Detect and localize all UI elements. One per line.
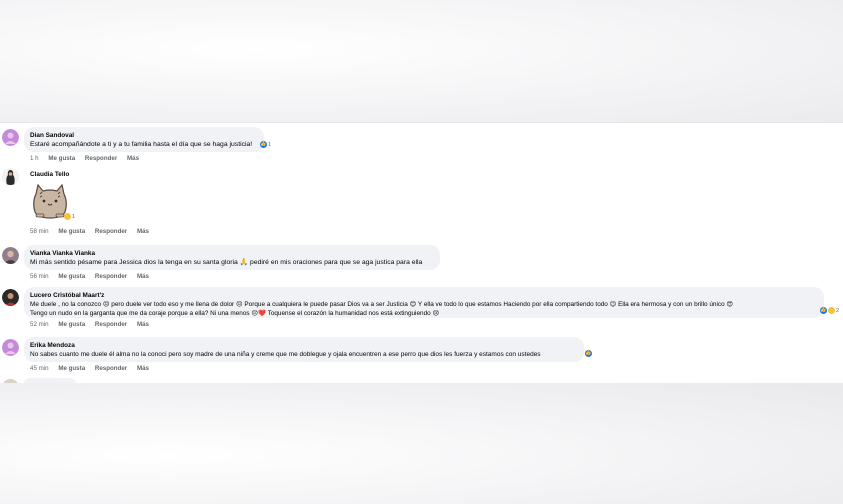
comments-panel: Dian Sandoval Estaré acompañándote a ti … [0,122,843,384]
care-reaction-icon [828,307,835,314]
profile-avatar-icon [2,168,19,185]
reply-button[interactable]: Responder [95,321,127,328]
comment-author[interactable]: Lucero Cristóbal Maart'z [30,291,816,300]
avatar[interactable] [2,129,19,146]
reply-button[interactable]: Responder [95,365,127,372]
profile-avatar-icon [2,289,19,306]
like-button[interactable]: Me gusta [58,273,85,280]
comment-bubble: Lucero Cristóbal Maart'z Me duele , no l… [24,287,824,318]
comment-timestamp[interactable]: 52 min [30,321,49,328]
comment-timestamp[interactable]: 56 min [30,273,49,280]
reaction-count: 2 [836,307,840,314]
like-reaction-icon: 👍 [260,141,267,148]
comment-bubble: Dian Sandoval Estaré acompañándote a ti … [24,127,264,152]
care-reaction-icon [64,213,71,220]
like-button[interactable]: Me gusta [58,365,85,372]
blurred-backdrop-bottom [0,383,843,504]
reply-button[interactable]: Responder [95,228,127,235]
comment-author[interactable]: Dian Sandoval [30,131,256,140]
avatar[interactable] [2,339,19,356]
comment-text: Mi más sentido pésame para Jessica dios … [30,259,423,266]
comment-text-line-2: Tengo un nudo en la garganta que me da c… [30,309,440,317]
comment-timestamp[interactable]: 1 h [30,155,39,162]
reaction-summary[interactable]: 👍 2 [820,307,839,314]
profile-avatar-icon [2,247,19,264]
profile-avatar-icon [2,129,19,146]
more-button[interactable]: Más [137,228,149,235]
comment-text-line-1: Me duele , no la conozco 😣 pero duele ve… [30,301,734,308]
more-button[interactable]: Más [137,365,149,372]
more-button[interactable]: Más [137,321,149,328]
reaction-count: 1 [72,213,76,220]
comment-meta: 52 min Me gusta Responder Más [30,321,157,328]
more-button[interactable]: Más [137,273,149,280]
reaction-summary[interactable]: 1 [64,213,75,220]
comment-meta: 58 min Me gusta Responder Más [30,228,157,235]
comment-author[interactable]: Vianka Vianka Vianka [30,249,432,258]
like-button[interactable]: Me gusta [48,155,75,162]
comment-bubble: Vianka Vianka Vianka Mi más sentido pésa… [24,245,440,270]
avatar[interactable] [2,247,19,264]
comment-author[interactable]: Claudia Tello [30,170,69,179]
reply-button[interactable]: Responder [85,155,117,162]
comment-timestamp[interactable]: 45 min [30,365,49,372]
blurred-backdrop-top [0,0,843,122]
comment-timestamp[interactable]: 58 min [30,228,49,235]
comment-text: Estaré acompañándote a ti y a tu familia… [30,141,253,148]
like-reaction-icon: 👍 [585,350,592,357]
profile-avatar-icon [2,339,19,356]
like-reaction-icon: 👍 [820,307,827,314]
more-button[interactable]: Más [127,155,139,162]
reaction-summary[interactable]: 👍 [585,350,592,357]
comment-meta: 56 min Me gusta Responder Más [30,273,157,280]
reaction-count: 1 [268,141,272,148]
comment-bubble: Erika Mendoza No sabes cuanto me duele é… [24,337,584,362]
like-button[interactable]: Me gusta [58,321,85,328]
reaction-summary[interactable]: 👍 1 [260,141,271,148]
comment-author[interactable]: Erika Mendoza [30,341,576,350]
comment-text: No sabes cuanto me duele él alma no la c… [30,351,541,358]
comment-meta: 45 min Me gusta Responder Más [30,365,157,372]
like-button[interactable]: Me gusta [58,228,85,235]
avatar[interactable] [2,168,19,185]
comment-meta: 1 h Me gusta Responder Más [30,155,147,162]
reply-button[interactable]: Responder [95,273,127,280]
avatar[interactable] [2,289,19,306]
